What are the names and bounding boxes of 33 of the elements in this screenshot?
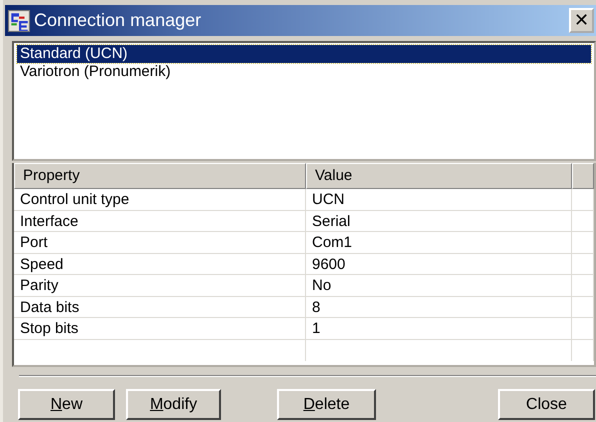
table-cell: Parity	[14, 275, 306, 296]
table-cell: Com1	[306, 232, 572, 254]
table-cell: No	[306, 275, 572, 296]
dialog-button[interactable]: New	[18, 389, 115, 420]
table-cell: 9600	[306, 254, 572, 275]
column-header[interactable]: Property	[14, 163, 306, 189]
app-icon	[8, 10, 30, 32]
table-cell: Interface	[14, 210, 306, 232]
table-cell: 8	[306, 296, 572, 318]
table-cell	[572, 275, 594, 296]
close-button[interactable]: ✕	[569, 8, 594, 33]
connection-item[interactable]: Variotron (Pronumerik)	[17, 63, 591, 81]
table-cell: Data bits	[14, 296, 306, 318]
table-cell	[572, 318, 594, 340]
table-cell: Stop bits	[14, 318, 306, 340]
table-cell: Speed	[14, 254, 306, 275]
table-cell	[572, 210, 594, 232]
table-cell	[572, 254, 594, 275]
dialog-button[interactable]: Modify	[126, 389, 221, 420]
table-cell	[572, 232, 594, 254]
table-cell	[572, 189, 594, 210]
column-header[interactable]	[572, 163, 594, 189]
table-cell	[572, 296, 594, 318]
window-title: Connection manager	[34, 10, 202, 31]
table-cell: Port	[14, 232, 306, 254]
connection-item[interactable]: Standard (UCN)	[17, 45, 591, 63]
table-cell: 1	[306, 318, 572, 340]
table-cell: Control unit type	[14, 189, 306, 210]
table-cell: UCN	[306, 189, 572, 210]
column-header[interactable]: Value	[306, 163, 572, 189]
dialog-button[interactable]: Delete	[277, 389, 376, 420]
dialog-button[interactable]: Close	[498, 389, 595, 420]
table-cell: Serial	[306, 210, 572, 232]
